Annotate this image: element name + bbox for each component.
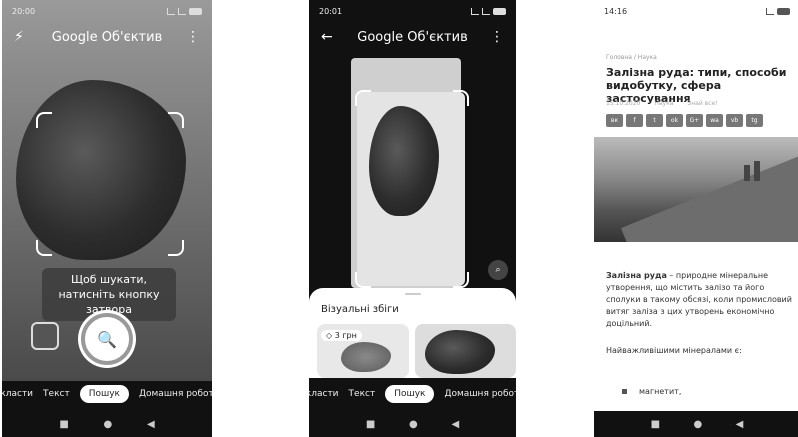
tab-homework[interactable]: Домашня робота: [139, 389, 212, 399]
google-plus-share-icon[interactable]: G+: [686, 114, 703, 127]
tab-translate[interactable]: екласти: [309, 389, 339, 399]
tower-shape: [754, 161, 760, 181]
back-triangle-icon[interactable]: ◀: [147, 419, 155, 430]
flash-off-icon[interactable]: ⚡: [14, 29, 24, 45]
tab-search[interactable]: Пошук: [79, 385, 129, 403]
battery-icon: [493, 7, 506, 15]
back-arrow-icon[interactable]: ←: [321, 29, 333, 45]
battery-icon: [777, 7, 790, 15]
more-options-icon[interactable]: ⋮: [490, 29, 504, 45]
back-triangle-icon[interactable]: ◀: [736, 419, 744, 430]
status-bar: 20:00: [2, 0, 212, 22]
app-title: Google Об'єктив: [51, 29, 163, 45]
shutter-button[interactable]: 🔍: [81, 313, 133, 365]
tab-search[interactable]: Пошук: [385, 385, 435, 403]
facebook-share-icon[interactable]: f: [626, 114, 643, 127]
list-item-text: магнетит,: [639, 387, 682, 396]
article-author[interactable]: Знай все!: [687, 100, 717, 107]
signal-icon: [178, 7, 186, 15]
frame-corner: [36, 240, 52, 256]
battery-icon: [189, 7, 202, 15]
minerals-heading: Найважливішими мінералами є:: [606, 346, 742, 355]
list-item: магнетит,: [622, 387, 681, 396]
article-category[interactable]: Наука: [654, 100, 673, 107]
frame-corner: [36, 112, 52, 128]
breadcrumb[interactable]: Головна / Наука: [606, 54, 657, 61]
tab-translate[interactable]: екласти: [2, 389, 33, 399]
signal-icon: [167, 7, 175, 15]
results-sheet: Візуальні збіги ◇ 3 грн: [309, 288, 516, 378]
match-image: [425, 330, 495, 374]
square-icon[interactable]: ■: [651, 419, 660, 430]
crop-corner[interactable]: [453, 272, 469, 288]
visual-match-card[interactable]: ◇ 3 грн: [317, 324, 409, 378]
signal-icon: [482, 7, 490, 15]
match-image: [341, 342, 391, 372]
bullet-icon: [622, 389, 627, 394]
mine-photo: [594, 137, 798, 242]
whatsapp-share-icon[interactable]: wa: [706, 114, 723, 127]
article-meta: 15.10.2020 Наука Знай все!: [606, 100, 718, 107]
lens-top-bar: ← Google Об'єктив ⋮: [309, 22, 516, 52]
system-nav-bar: ■ ● ◀: [594, 411, 798, 437]
frame-corner: [168, 112, 184, 128]
system-nav-bar: ■ ● ◀: [309, 411, 516, 437]
tab-text[interactable]: Текст: [349, 389, 376, 399]
circle-icon[interactable]: ●: [409, 419, 418, 430]
bold-term: Залізна руда: [606, 271, 667, 280]
tag-icon: ◇: [326, 331, 335, 340]
share-buttons: вк f t ok G+ wa vb tg: [606, 114, 763, 127]
twitter-share-icon[interactable]: t: [646, 114, 663, 127]
tower-shape: [744, 165, 750, 181]
back-triangle-icon[interactable]: ◀: [451, 419, 459, 430]
circle-icon[interactable]: ●: [693, 419, 702, 430]
search-icon: 🔍: [97, 329, 117, 349]
viber-share-icon[interactable]: vb: [726, 114, 743, 127]
status-time: 14:16: [604, 6, 628, 16]
signal-icon: [471, 7, 479, 15]
lens-search-icon[interactable]: ⌕: [488, 260, 508, 280]
signal-icon: [766, 7, 774, 15]
status-bar: 14:16: [594, 0, 798, 22]
crop-corner[interactable]: [355, 272, 371, 288]
app-title: Google Об'єктив: [357, 29, 468, 45]
status-time: 20:00: [12, 6, 36, 16]
square-icon[interactable]: ■: [366, 419, 375, 430]
odnoklassniki-share-icon[interactable]: ok: [666, 114, 683, 127]
status-bar: 20:01: [309, 0, 516, 22]
telegram-share-icon[interactable]: tg: [746, 114, 763, 127]
price-value: 3 грн: [334, 331, 357, 340]
crop-corner[interactable]: [453, 90, 469, 106]
price-tag: ◇ 3 грн: [321, 330, 362, 341]
more-options-icon[interactable]: ⋮: [186, 29, 200, 45]
visual-matches-title: Візуальні збіги: [321, 304, 399, 315]
vk-share-icon[interactable]: вк: [606, 114, 623, 127]
system-nav-bar: ■ ● ◀: [2, 411, 212, 437]
crop-corner[interactable]: [355, 90, 371, 106]
slope-shape: [620, 137, 798, 242]
visual-match-card[interactable]: [415, 324, 516, 378]
status-time: 20:01: [319, 6, 343, 16]
tab-homework[interactable]: Домашня робота: [444, 389, 516, 399]
article-screen: 14:16 Головна / Наука Залізна руда: типи…: [594, 0, 798, 437]
circle-icon[interactable]: ●: [104, 419, 113, 430]
article-date: 15.10.2020: [606, 100, 641, 107]
sheet-handle[interactable]: [405, 293, 421, 295]
mode-tabs: екласти Текст Пошук Домашня робота: [2, 381, 212, 407]
mode-tabs: екласти Текст Пошук Домашня робота: [309, 381, 516, 407]
article-intro: Залізна руда – природне мінеральне утвор…: [606, 270, 794, 330]
lens-top-bar: ⚡ Google Об'єктив ⋮: [2, 22, 212, 52]
frame-corner: [168, 240, 184, 256]
lens-results-screen: 20:01 ← Google Об'єктив ⋮ ⌕ Візуальні зб…: [309, 0, 516, 437]
gallery-thumbnail-button[interactable]: [31, 322, 59, 350]
square-icon[interactable]: ■: [59, 419, 68, 430]
tab-text[interactable]: Текст: [43, 389, 70, 399]
lens-camera-screen: 20:00 ⚡ Google Об'єктив ⋮ Щоб шукати, на…: [2, 0, 212, 437]
